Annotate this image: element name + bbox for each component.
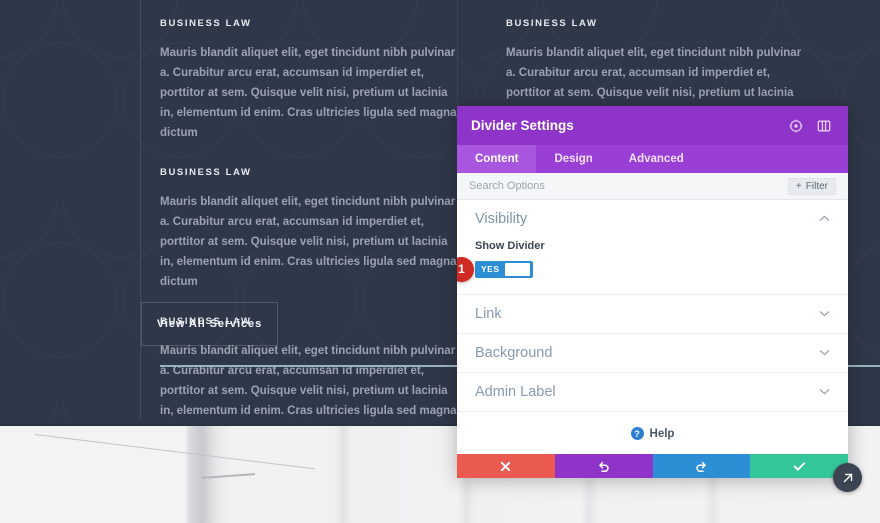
cancel-button[interactable] — [457, 454, 555, 478]
section-link-header[interactable]: Link — [475, 295, 830, 333]
help-link[interactable]: ? Help — [457, 412, 848, 456]
modal-body: Visibility Show Divider 1 YES Link Backg… — [457, 200, 848, 478]
chevron-up-icon — [819, 213, 830, 225]
section-visibility: Visibility Show Divider 1 YES — [457, 200, 848, 295]
show-divider-field: Show Divider 1 YES — [457, 238, 830, 294]
content-column-left: BUSINESS LAW Mauris blandit aliquet elit… — [160, 18, 480, 465]
section-background-title: Background — [475, 344, 553, 361]
block-heading: BUSINESS LAW — [160, 18, 252, 29]
section-admin-label-title: Admin Label — [475, 383, 556, 400]
filter-button[interactable]: + Filter — [787, 177, 836, 195]
text-block: BUSINESS LAW Mauris blandit aliquet elit… — [160, 167, 480, 292]
section-link: Link — [457, 295, 848, 334]
modal-footer[interactable] — [457, 454, 848, 478]
resize-handle[interactable] — [833, 463, 862, 492]
panel-layout-icon[interactable] — [814, 116, 834, 136]
step-badge: 1 — [457, 256, 474, 282]
redo-button[interactable] — [652, 454, 751, 478]
view-all-services-label: View All Services — [156, 318, 263, 330]
tab-design[interactable]: Design — [536, 145, 610, 173]
section-background-header[interactable]: Background — [475, 334, 830, 372]
show-divider-toggle[interactable]: 1 YES — [457, 256, 533, 282]
section-visibility-header[interactable]: Visibility — [475, 200, 830, 238]
divider-settings-modal[interactable]: Divider Settings Content Design Advanced… — [457, 106, 848, 478]
section-visibility-title: Visibility — [475, 211, 528, 227]
expand-icon[interactable] — [786, 116, 806, 136]
chevron-down-icon — [819, 347, 830, 359]
modal-header: Divider Settings — [457, 106, 848, 145]
undo-button[interactable] — [554, 454, 653, 478]
modal-tabs[interactable]: Content Design Advanced — [457, 145, 848, 173]
chevron-down-icon — [819, 308, 830, 320]
block-heading: BUSINESS LAW — [506, 18, 598, 29]
show-divider-label: Show Divider — [475, 240, 545, 252]
section-background: Background — [457, 334, 848, 373]
filter-label: Filter — [805, 180, 828, 192]
toggle-knob[interactable] — [504, 262, 530, 276]
search-bar[interactable]: + Filter — [457, 173, 848, 200]
block-body: Mauris blandit aliquet elit, eget tincid… — [160, 47, 457, 139]
search-input[interactable] — [469, 180, 788, 192]
modal-title: Divider Settings — [471, 118, 574, 133]
section-link-title: Link — [475, 305, 502, 322]
help-icon: ? — [630, 427, 644, 440]
block-heading: BUSINESS LAW — [160, 167, 252, 178]
section-admin-label-header[interactable]: Admin Label — [475, 373, 830, 411]
view-all-services-button[interactable]: View All Services — [141, 302, 278, 346]
plus-icon: + — [795, 180, 802, 192]
block-body: Mauris blandit aliquet elit, eget tincid… — [160, 196, 457, 288]
tab-advanced[interactable]: Advanced — [611, 145, 702, 173]
tab-content[interactable]: Content — [457, 145, 537, 173]
help-label: Help — [649, 427, 675, 440]
text-block: BUSINESS LAW Mauris blandit aliquet elit… — [160, 18, 480, 143]
chevron-down-icon — [819, 386, 830, 398]
column-guide-left — [140, 0, 141, 420]
toggle-value-label: YES — [481, 264, 500, 274]
section-admin-label: Admin Label — [457, 373, 848, 412]
